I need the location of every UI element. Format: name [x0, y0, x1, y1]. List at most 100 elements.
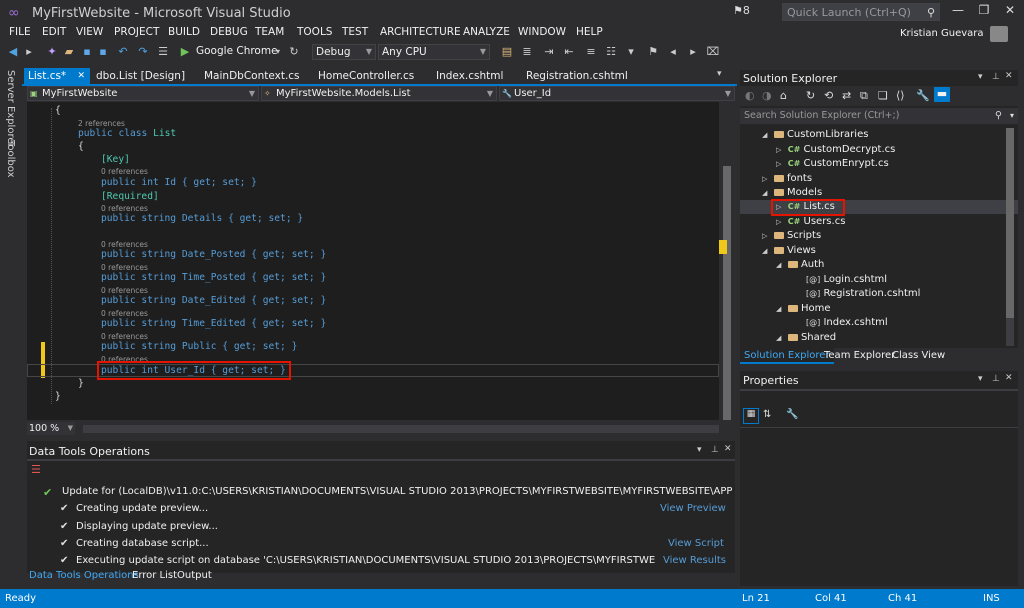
tab-output[interactable]: Output: [177, 570, 212, 581]
panel-dropdown-icon[interactable]: ▾: [697, 445, 702, 455]
forward-icon[interactable]: ◑: [762, 89, 772, 102]
references-lens[interactable]: 0 references: [101, 204, 148, 213]
indent-icon[interactable]: ⇥: [542, 44, 556, 60]
tab-data-tools[interactable]: Data Tools Operations: [29, 570, 139, 581]
panel-dropdown-icon[interactable]: ▾: [978, 374, 983, 384]
view-script-link[interactable]: View Script: [668, 538, 724, 549]
refresh-icon[interactable]: ↻: [288, 44, 300, 60]
home-icon[interactable]: ⌂: [780, 89, 787, 102]
references-lens[interactable]: 0 references: [101, 167, 148, 176]
collapse-all-icon[interactable]: ⧉: [860, 89, 868, 103]
tab-error-list[interactable]: Error List: [132, 570, 177, 581]
tab-homecontroller[interactable]: HomeController.cs: [314, 68, 418, 84]
collapse-arrow-icon[interactable]: ▷: [776, 146, 781, 154]
editor-scrollbar[interactable]: [719, 102, 735, 422]
expand-arrow-icon[interactable]: ◢: [776, 305, 781, 313]
tree-item-customdecrypt[interactable]: ▷ C# CustomDecrypt.cs: [776, 143, 895, 157]
redo-icon[interactable]: ↷: [136, 44, 150, 60]
categorized-icon[interactable]: ▦: [743, 408, 759, 424]
expand-arrow-icon[interactable]: ◢: [762, 247, 767, 255]
minimize-button[interactable]: —: [944, 3, 972, 21]
menu-edit[interactable]: EDIT: [42, 26, 66, 38]
tab-index-cshtml[interactable]: Index.cshtml: [432, 68, 507, 84]
pin-icon[interactable]: ⊥: [992, 374, 1000, 384]
tab-list-dropdown-icon[interactable]: ▾: [717, 69, 722, 79]
tree-item-customlibraries[interactable]: ◢ CustomLibraries: [762, 128, 868, 142]
save-all-icon[interactable]: ▪: [96, 44, 110, 60]
tree-item-users-cs[interactable]: ▷ C# Users.cs: [776, 215, 845, 229]
collapse-arrow-icon[interactable]: ▷: [762, 232, 767, 240]
sync-icon[interactable]: ↻: [806, 89, 815, 102]
tree-item-customenrypt[interactable]: ▷ C# CustomEnrypt.cs: [776, 157, 889, 171]
undo-icon[interactable]: ↶: [116, 44, 130, 60]
menu-build[interactable]: BUILD: [168, 26, 200, 38]
toolbox-tab[interactable]: Toolbox: [5, 140, 16, 178]
expand-arrow-icon[interactable]: ◢: [762, 189, 767, 197]
tree-item-models[interactable]: ◢ Models: [762, 186, 822, 200]
tab-dbo-list-design[interactable]: dbo.List [Design]: [92, 68, 189, 84]
references-lens[interactable]: 0 references: [101, 263, 148, 272]
show-all-files-icon[interactable]: ❏: [878, 89, 888, 102]
user-name[interactable]: Kristian Guevara: [900, 28, 984, 39]
open-file-icon[interactable]: ▰: [62, 44, 76, 60]
pin-icon[interactable]: ⊥: [992, 72, 1000, 82]
panel-dropdown-icon[interactable]: ▾: [978, 72, 983, 82]
menu-view[interactable]: VIEW: [76, 26, 103, 38]
tree-item-scripts[interactable]: ▷ Scripts: [762, 229, 821, 243]
clear-bookmarks-icon[interactable]: ⌧: [706, 44, 720, 60]
outdent-icon[interactable]: ⇤: [562, 44, 576, 60]
back-icon[interactable]: ◀: [6, 44, 20, 60]
tab-class-view[interactable]: Class View: [892, 350, 945, 361]
prev-bookmark-icon[interactable]: ◂: [666, 44, 680, 60]
close-button[interactable]: ✕: [996, 3, 1024, 21]
menu-file[interactable]: FILE: [9, 26, 31, 38]
menu-analyze[interactable]: ANALYZE: [463, 26, 510, 38]
menu-test[interactable]: TEST: [342, 26, 368, 38]
member-dropdown[interactable]: 🔧 User_Id ▼: [499, 86, 735, 101]
class-references[interactable]: 2 references: [78, 119, 125, 128]
quick-launch-input[interactable]: Quick Launch (Ctrl+Q) ⚲: [782, 3, 940, 21]
close-panel-icon[interactable]: ✕: [1005, 71, 1013, 81]
menu-help[interactable]: HELP: [576, 26, 603, 38]
run-target-dropdown-icon[interactable]: ▾: [272, 44, 284, 60]
tab-solution-explorer[interactable]: Solution Explorer: [740, 348, 834, 364]
menu-window[interactable]: WINDOW: [518, 26, 566, 38]
menu-architecture[interactable]: ARCHITECTURE: [380, 26, 461, 38]
avatar[interactable]: [990, 26, 1008, 42]
references-lens[interactable]: 0 references: [101, 309, 148, 318]
format-icon[interactable]: ☷: [604, 44, 618, 60]
references-lens[interactable]: 0 references: [101, 240, 148, 249]
zoom-dropdown[interactable]: 100 % ▼: [27, 422, 75, 435]
restore-button[interactable]: ❐: [970, 3, 998, 21]
tab-maindbcontext[interactable]: MainDbContext.cs: [200, 68, 304, 84]
platform-dropdown[interactable]: Any CPU ▼: [378, 44, 490, 60]
tree-item-fonts[interactable]: ▷ fonts: [762, 172, 812, 186]
toolbar-options-icon[interactable]: ▾: [624, 44, 638, 60]
type-dropdown[interactable]: ✧ MyFirstWebsite.Models.List ▼: [261, 86, 497, 101]
close-panel-icon[interactable]: ✕: [1005, 373, 1013, 383]
code-editor[interactable]: { 2 references public class List { [Key]…: [27, 102, 719, 420]
tree-item-list-cs[interactable]: ▷ C# List.cs: [776, 200, 835, 214]
menu-project[interactable]: PROJECT: [114, 26, 159, 38]
next-bookmark-icon[interactable]: ▸: [686, 44, 700, 60]
menu-tools[interactable]: TOOLS: [297, 26, 332, 38]
view-results-link[interactable]: View Results: [663, 555, 726, 566]
alphabetical-icon[interactable]: ⇅: [763, 409, 771, 420]
view-code-icon[interactable]: ⟨⟩: [896, 89, 905, 102]
tree-item-shared[interactable]: ◢ Shared: [776, 331, 836, 345]
find-in-files-icon[interactable]: ▤: [500, 44, 514, 60]
clear-list-icon[interactable]: ☰: [31, 463, 41, 476]
comment-icon[interactable]: ≣: [520, 44, 534, 60]
start-debugging-icon[interactable]: ▶: [178, 44, 192, 60]
scrollbar-thumb[interactable]: [1006, 128, 1014, 318]
horizontal-scrollbar[interactable]: [83, 425, 719, 433]
tab-team-explorer[interactable]: Team Explorer: [824, 350, 895, 361]
project-dropdown[interactable]: ▣ MyFirstWebsite ▼: [27, 86, 259, 101]
server-explorer-tab[interactable]: Server Explorer: [5, 70, 16, 148]
property-pages-icon[interactable]: 🔧: [786, 409, 798, 420]
tree-item-auth[interactable]: ◢ Auth: [776, 258, 824, 272]
tree-item-index-cshtml[interactable]: [@] Index.cshtml: [806, 316, 888, 330]
tab-list-cs[interactable]: List.cs* ✕: [24, 68, 90, 84]
properties-icon[interactable]: 🔧: [916, 89, 930, 102]
tree-item-views[interactable]: ◢ Views: [762, 244, 816, 258]
